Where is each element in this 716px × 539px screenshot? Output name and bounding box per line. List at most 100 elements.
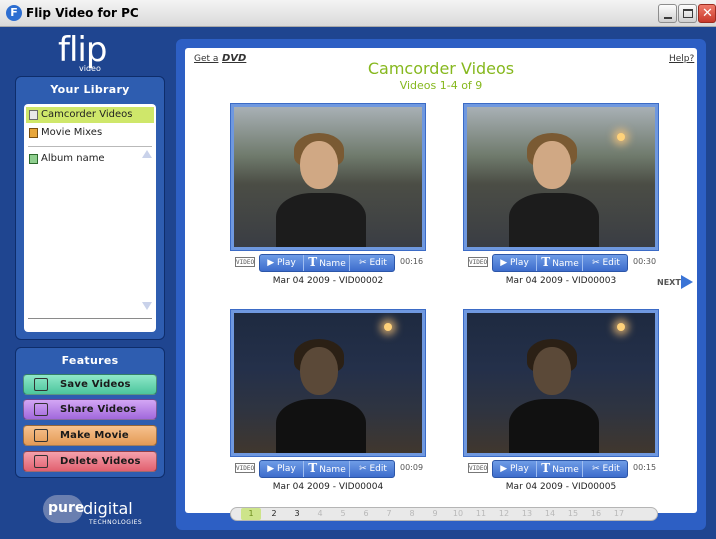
page-number-7[interactable]: 7 <box>379 508 399 520</box>
scissors-icon: ✂ <box>592 464 600 474</box>
page-number-13[interactable]: 13 <box>517 508 537 520</box>
play-button[interactable]: ▶ Play <box>260 461 304 477</box>
rename-button[interactable]: T Name <box>305 255 350 271</box>
make-movie-label: Make Movie <box>60 430 129 441</box>
rename-button[interactable]: T Name <box>538 255 583 271</box>
page-number-16[interactable]: 16 <box>586 508 606 520</box>
library-item-label: Movie Mixes <box>41 127 103 138</box>
name-label: Name <box>552 259 579 269</box>
page-selector: 1 2 3 4 5 6 7 8 9 10 11 12 13 14 15 16 17 <box>230 507 658 521</box>
page-number-15[interactable]: 15 <box>563 508 583 520</box>
edit-label: Edit <box>369 464 387 474</box>
title-bar[interactable]: F Flip Video for PC ✕ <box>0 0 716 27</box>
page-number-9[interactable]: 9 <box>425 508 445 520</box>
save-videos-button[interactable]: Save Videos <box>23 374 157 395</box>
maximize-icon <box>683 9 693 18</box>
video-duration: 00:09 <box>400 463 424 472</box>
save-videos-label: Save Videos <box>60 379 131 390</box>
page-number-4[interactable]: 4 <box>310 508 330 520</box>
video-controls: VIDEO ▶ Play T Name ✂ Edit 00:15 <box>464 459 662 479</box>
thumbnail-art <box>509 193 599 247</box>
play-button[interactable]: ▶ Play <box>493 461 537 477</box>
scroll-down-icon[interactable] <box>142 302 152 310</box>
video-thumbnail[interactable] <box>464 104 658 250</box>
page-subtitle: Videos 1-4 of 9 <box>399 79 483 92</box>
scissors-icon: ✂ <box>359 464 367 474</box>
video-card: VIDEO ▶ Play T Name ✂ Edit 00:30 Mar 04 2… <box>464 104 662 294</box>
thumbnail-art <box>533 141 571 189</box>
thumbnail-art <box>509 399 599 453</box>
edit-button[interactable]: ✂ Edit <box>584 461 628 477</box>
video-button-group: ▶ Play T Name ✂ Edit <box>492 460 628 478</box>
text-icon: T <box>541 461 551 475</box>
video-duration: 00:30 <box>633 257 657 266</box>
share-icon <box>34 403 48 416</box>
library-item-camcorder-videos[interactable]: Camcorder Videos <box>26 107 154 123</box>
video-button-group: ▶ Play T Name ✂ Edit <box>259 460 395 478</box>
page-number-11[interactable]: 11 <box>471 508 491 520</box>
page-number-12[interactable]: 12 <box>494 508 514 520</box>
video-duration: 00:16 <box>400 257 424 266</box>
edit-button[interactable]: ✂ Edit <box>584 255 628 271</box>
thumbnail-art <box>617 323 625 331</box>
library-item-label: Camcorder Videos <box>41 109 133 120</box>
next-arrow-icon[interactable] <box>681 275 693 289</box>
page-number-10[interactable]: 10 <box>448 508 468 520</box>
page-number-1[interactable]: 1 <box>241 508 261 520</box>
features-panel: Features Save Videos Share Videos Make M… <box>15 347 165 478</box>
thumbnail-art <box>276 193 366 247</box>
make-movie-button[interactable]: Make Movie <box>23 425 157 446</box>
play-icon: ▶ <box>267 464 275 474</box>
thumbnail-art <box>533 347 571 395</box>
video-caption: Mar 04 2009 - VID00003 <box>505 276 617 286</box>
page-number-5[interactable]: 5 <box>333 508 353 520</box>
app-window: F Flip Video for PC ✕ flip video Your Li… <box>0 0 716 539</box>
minimize-button[interactable] <box>658 4 677 23</box>
thumbnail-art <box>617 133 625 141</box>
delete-videos-label: Delete Videos <box>60 456 141 467</box>
edit-button[interactable]: ✂ Edit <box>351 255 395 271</box>
video-duration: 00:15 <box>633 463 657 472</box>
video-caption: Mar 04 2009 - VID00002 <box>272 276 384 286</box>
flip-app-icon: F <box>6 5 22 21</box>
page-number-2[interactable]: 2 <box>264 508 284 520</box>
page-number-6[interactable]: 6 <box>356 508 376 520</box>
video-controls: VIDEO ▶ Play T Name ✂ Edit 00:16 <box>231 253 429 273</box>
rename-button[interactable]: T Name <box>305 461 350 477</box>
share-videos-button[interactable]: Share Videos <box>23 399 157 420</box>
video-thumbnail[interactable] <box>231 310 425 456</box>
video-tag-icon: VIDEO <box>235 257 255 267</box>
library-item-album-name[interactable]: Album name <box>26 151 154 167</box>
scissors-icon: ✂ <box>359 258 367 268</box>
window-title: Flip Video for PC <box>26 6 139 20</box>
text-icon: T <box>541 255 551 269</box>
page-number-14[interactable]: 14 <box>540 508 560 520</box>
play-icon: ▶ <box>267 258 275 268</box>
rename-button[interactable]: T Name <box>538 461 583 477</box>
next-link[interactable]: NEXT <box>657 278 681 287</box>
video-thumbnail[interactable] <box>464 310 658 456</box>
play-label: Play <box>510 464 529 474</box>
delete-videos-button[interactable]: Delete Videos <box>23 451 157 472</box>
album-icon <box>29 154 38 164</box>
maximize-button[interactable] <box>678 4 697 23</box>
library-item-movie-mixes[interactable]: Movie Mixes <box>26 125 154 141</box>
brand-tech-text: TECHNOLOGIES <box>89 519 143 526</box>
edit-button[interactable]: ✂ Edit <box>351 461 395 477</box>
video-tag-icon: VIDEO <box>468 463 488 473</box>
page-number-8[interactable]: 8 <box>402 508 422 520</box>
play-button[interactable]: ▶ Play <box>260 255 304 271</box>
library-separator <box>28 146 152 147</box>
play-button[interactable]: ▶ Play <box>493 255 537 271</box>
page-number-17[interactable]: 17 <box>609 508 629 520</box>
video-thumbnail[interactable] <box>231 104 425 250</box>
scroll-up-icon[interactable] <box>142 150 152 158</box>
video-card: VIDEO ▶ Play T Name ✂ Edit 00:09 Mar 04 2… <box>231 310 429 500</box>
page-number-3[interactable]: 3 <box>287 508 307 520</box>
name-label: Name <box>319 465 346 475</box>
pure-digital-logo: pure digital TECHNOLOGIES <box>43 492 143 530</box>
film-icon <box>34 429 48 442</box>
close-button[interactable]: ✕ <box>698 4 716 23</box>
play-label: Play <box>277 464 296 474</box>
library-list: Camcorder Videos Movie Mixes Album name <box>24 104 156 332</box>
